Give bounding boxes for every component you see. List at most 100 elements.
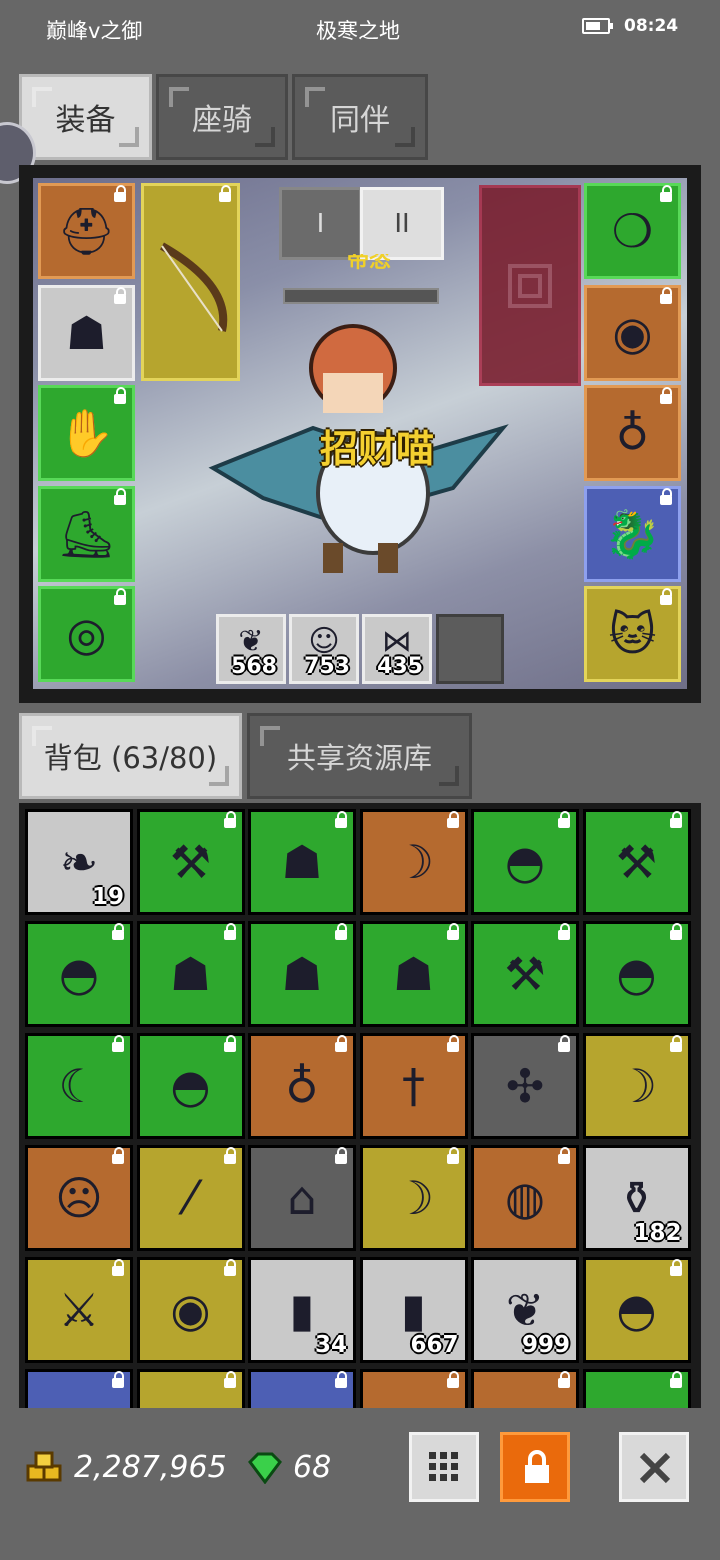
backpack-item[interactable]: ◆ (25, 1369, 133, 1408)
lock-icon (525, 1450, 549, 1483)
backpack-item[interactable]: ▮ 667 (359, 1257, 468, 1363)
lock-icon (114, 488, 126, 505)
lock-icon (669, 923, 682, 940)
tab-shared-storage-label: 共享资源库 (286, 741, 432, 775)
backpack-item[interactable]: ⁄ (136, 1145, 245, 1251)
backpack-panel: ❧ 19 ⚒ ☗ ☽ ◓ ⚒ ◓ ☗ ☗ ☗ ⚒ ◓ ☾ ◓ ♁ † ✣ ☽ ☹ ⁄ ⌂ ☽ ◍ ⚱ 182 ⚔ ◉ ▮ 34 ▮ 667 ❦ 9… (19, 803, 701, 1408)
tab-mount[interactable]: 座骑 (156, 74, 288, 160)
lock-icon (219, 185, 231, 202)
backpack-item[interactable]: ☹ (25, 1145, 133, 1251)
backpack-item[interactable]: ▮ 34 (248, 1257, 356, 1363)
lock-icon (112, 1259, 124, 1276)
lock-icon (223, 923, 236, 940)
backpack-item[interactable]: ⌂ (248, 1145, 356, 1251)
close-button[interactable] (619, 1432, 689, 1502)
status-bar: 巅峰v之御 极寒之地 08:24 (0, 0, 720, 58)
consumable-slot[interactable]: ❦ 568 (216, 614, 286, 684)
lock-icon (660, 588, 672, 605)
lock-button[interactable] (500, 1432, 570, 1502)
backpack-item[interactable]: ◆ (471, 1369, 579, 1408)
lock-icon (114, 588, 126, 605)
backpack-item[interactable]: ◓ (582, 1257, 691, 1363)
lock-icon (335, 923, 347, 940)
equip-slot-right-4[interactable]: 🐉 (584, 486, 681, 582)
backpack-item[interactable]: ◆ (136, 1369, 245, 1408)
equip-page-tab-2[interactable]: II (360, 187, 444, 260)
backpack-item[interactable]: ☗ (248, 921, 356, 1027)
backpack-item[interactable]: ♁ (248, 1033, 356, 1139)
lock-icon (669, 1035, 682, 1052)
empty-consumable-slot[interactable] (436, 614, 504, 684)
gem-amount: 68 (293, 1450, 332, 1485)
backpack-item[interactable]: ◆ (359, 1369, 468, 1408)
equip-slot-right-5[interactable]: 🐱 (584, 586, 681, 682)
backpack-item[interactable]: ⚒ (582, 809, 691, 915)
backpack-item[interactable]: ◓ (582, 921, 691, 1027)
backpack-item[interactable]: ☽ (582, 1033, 691, 1139)
equip-page-tab-2-label: II (394, 208, 410, 239)
lock-icon (558, 1371, 570, 1388)
backpack-item[interactable]: ◉ (136, 1257, 245, 1363)
backpack-item[interactable]: ☗ (359, 921, 468, 1027)
lock-icon (112, 1371, 124, 1388)
tab-equipment[interactable]: 装备 (19, 74, 152, 160)
lock-icon (669, 811, 682, 828)
lock-icon (114, 287, 126, 304)
battery-icon (582, 18, 613, 34)
tab-shared-storage[interactable]: 共享资源库 (247, 713, 472, 799)
lock-icon (446, 1147, 459, 1164)
equip-slot-left-4[interactable]: ⛸ (38, 486, 135, 582)
backpack-item[interactable]: ◆ (582, 1369, 691, 1408)
lock-icon (114, 387, 126, 404)
backpack-item[interactable]: ☽ (359, 809, 468, 915)
backpack-item[interactable]: ⚔ (25, 1257, 133, 1363)
backpack-item[interactable]: ☗ (248, 809, 356, 915)
companion-name: 招财喵 (320, 427, 435, 471)
close-icon (639, 1452, 671, 1484)
consumable-slot[interactable]: ☺ 753 (289, 614, 359, 684)
lock-icon (112, 923, 124, 940)
equip-page-tab-1-label: I (316, 208, 325, 239)
lock-icon (335, 1147, 347, 1164)
backpack-item[interactable]: † (359, 1033, 468, 1139)
backpack-item[interactable]: ⚒ (136, 809, 245, 915)
equip-slot-left-1[interactable]: ⛑ (38, 183, 135, 279)
lock-icon (223, 1147, 236, 1164)
equip-slot-right-3[interactable]: ♁ (584, 385, 681, 481)
weapon-slot[interactable] (141, 183, 240, 381)
backpack-item[interactable]: ☾ (25, 1033, 133, 1139)
grid-view-button[interactable] (409, 1432, 479, 1502)
lock-icon (335, 1371, 347, 1388)
lock-icon (223, 1371, 236, 1388)
lock-icon (558, 1147, 570, 1164)
equip-slot-left-5[interactable]: ◎ (38, 586, 135, 682)
backpack-item[interactable]: ⚒ (471, 921, 579, 1027)
tab-companion[interactable]: 同伴 (292, 74, 428, 160)
lock-icon (112, 1147, 124, 1164)
backpack-item[interactable]: ◆ (248, 1369, 356, 1408)
backpack-item[interactable]: ◓ (471, 809, 579, 915)
bow-icon (160, 242, 228, 332)
equip-slot-right-2[interactable]: ◉ (584, 285, 681, 381)
lock-icon (446, 923, 459, 940)
equip-page-tab-1[interactable]: I (279, 187, 362, 260)
equip-slot-left-3[interactable]: ✋ (38, 385, 135, 481)
item-count: 182 (633, 1220, 682, 1246)
backpack-item[interactable]: ◍ (471, 1145, 579, 1251)
gold-icon (26, 1451, 62, 1482)
tab-equipment-label: 装备 (55, 103, 116, 138)
backpack-item[interactable]: ◓ (25, 921, 133, 1027)
backpack-item[interactable]: ⚱ 182 (582, 1145, 691, 1251)
backpack-item[interactable]: ☽ (359, 1145, 468, 1251)
gold-amount: 2,287,965 (74, 1450, 227, 1485)
tab-backpack[interactable]: 背包 (63/80) (19, 713, 242, 799)
equip-slot-left-2[interactable]: ☗ (38, 285, 135, 381)
backpack-item[interactable]: ☗ (136, 921, 245, 1027)
backpack-item[interactable]: ❧ 19 (25, 809, 133, 915)
backpack-item[interactable]: ✣ (471, 1033, 579, 1139)
lock-icon (335, 811, 347, 828)
backpack-item[interactable]: ❦ 999 (471, 1257, 579, 1363)
consumable-slot[interactable]: ⋈ 435 (362, 614, 432, 684)
equip-slot-right-1[interactable]: ❍ (584, 183, 681, 279)
backpack-item[interactable]: ◓ (136, 1033, 245, 1139)
